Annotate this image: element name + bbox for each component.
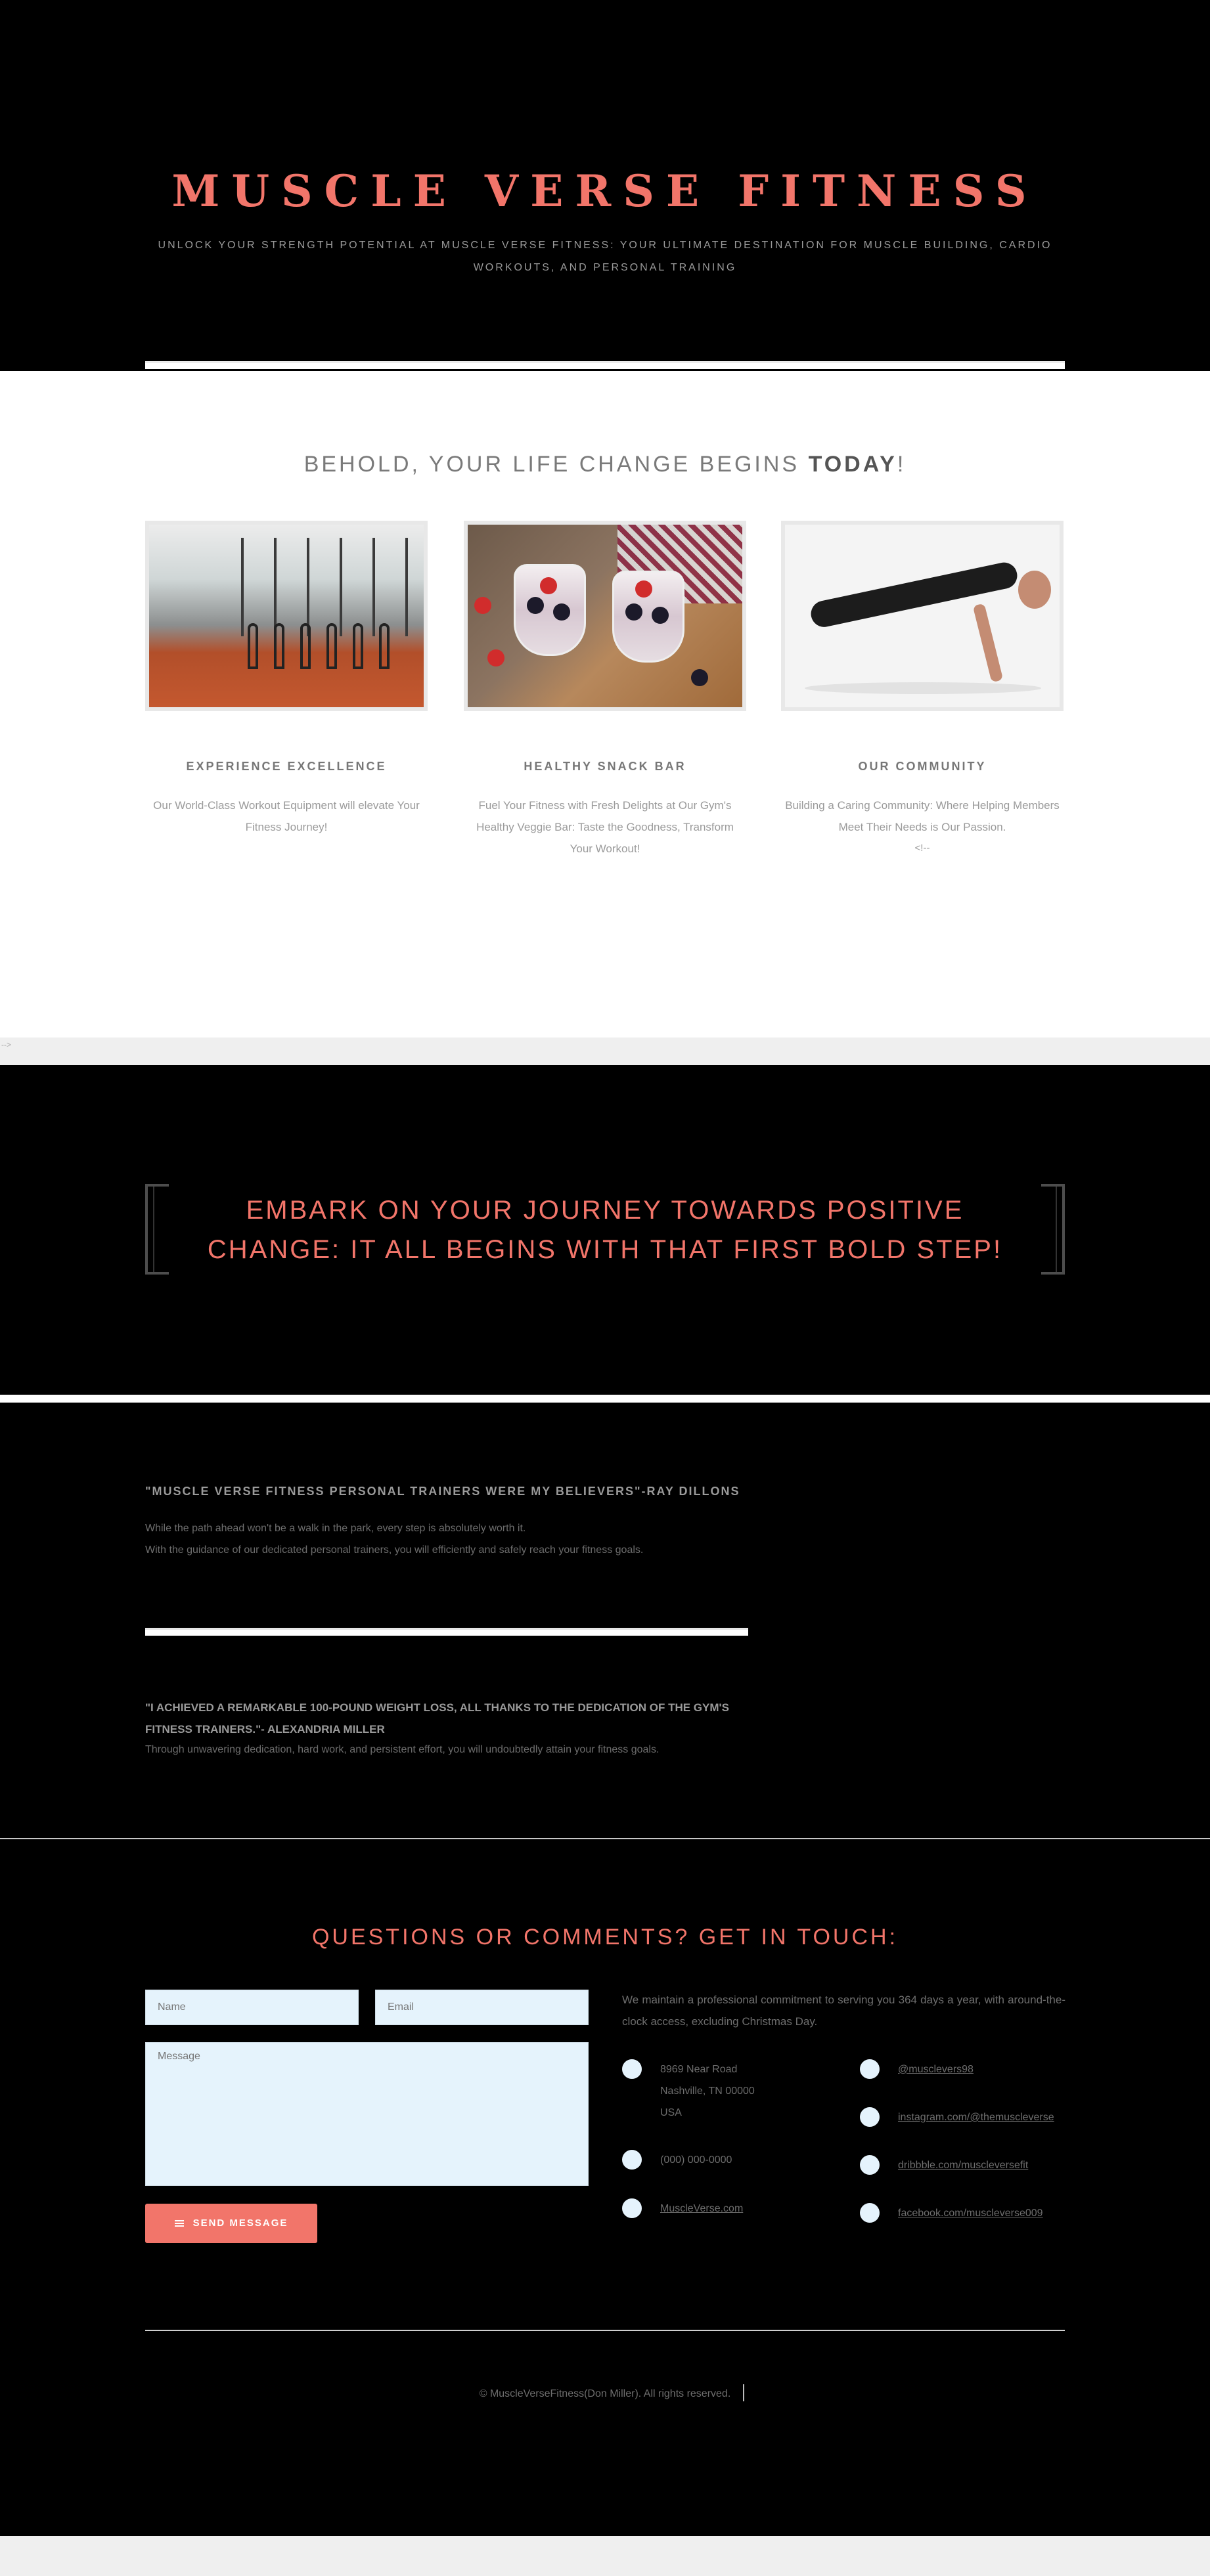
phone-icon bbox=[622, 2150, 642, 2170]
tagline: UNLOCK YOUR STRENGTH POTENTIAL AT MUSCLE… bbox=[158, 240, 1052, 273]
testimonial-title-2: "I ACHIEVED A REMARKABLE 100-POUND WEIGH… bbox=[145, 1701, 729, 1736]
name-input[interactable] bbox=[145, 1990, 359, 2025]
left-bracket bbox=[145, 1184, 169, 1275]
comment-strip bbox=[0, 1037, 1210, 1065]
instagram-link[interactable]: instagram.com/@themuscleverse bbox=[898, 2107, 1054, 2128]
card-title-snack-bar: HEALTHY SNACK BAR bbox=[524, 760, 686, 773]
right-bracket bbox=[1041, 1184, 1065, 1275]
features-heading-bold: TODAY bbox=[808, 452, 897, 477]
copyright: © MuscleVerseFitness(Don Miller). All ri… bbox=[479, 2388, 731, 2399]
snack-bar-image bbox=[464, 521, 746, 711]
footer-divider bbox=[145, 2330, 1065, 2331]
send-message-label: SEND MESSAGE bbox=[192, 2217, 288, 2229]
stray-comment: --> bbox=[1, 1040, 11, 1049]
community-image bbox=[781, 521, 1064, 711]
send-message-button[interactable]: SEND MESSAGE bbox=[145, 2204, 317, 2243]
facebook-link[interactable]: facebook.com/muscleverse009 bbox=[898, 2202, 1043, 2224]
address-line-2: Nashville, TN 00000 bbox=[660, 2085, 755, 2097]
card-title-community: OUR COMMUNITY bbox=[858, 760, 987, 773]
testimonial-1-line-2: With the guidance of our dedicated perso… bbox=[145, 1544, 644, 1556]
section-separator bbox=[0, 1395, 1210, 1403]
facebook-icon bbox=[860, 2203, 880, 2223]
testimonials-section: "MUSCLE VERSE FITNESS PERSONAL TRAINERS … bbox=[0, 1403, 1210, 1839]
twitter-link[interactable]: @musclevers98 bbox=[898, 2059, 974, 2080]
testimonial-divider bbox=[145, 1628, 748, 1636]
quote-banner: EMBARK ON YOUR JOURNEY TOWARDS POSITIVE … bbox=[0, 1065, 1210, 1395]
contact-heading: QUESTIONS OR COMMENTS? GET IN TOUCH: bbox=[311, 1925, 899, 1950]
features-heading-text: BEHOLD, YOUR LIFE CHANGE BEGINS bbox=[303, 452, 809, 477]
banner-frame: EMBARK ON YOUR JOURNEY TOWARDS POSITIVE … bbox=[145, 1184, 1065, 1275]
card-extra-community: <!-- bbox=[914, 842, 930, 854]
testimonial-2-line-1: Through unwavering dedication, hard work… bbox=[145, 1744, 660, 1755]
address-line-1: 8969 Near Road bbox=[660, 2064, 738, 2075]
home-icon bbox=[622, 2198, 642, 2218]
card-title-excellence: EXPERIENCE EXCELLENCE bbox=[186, 760, 387, 773]
address-line-3: USA bbox=[660, 2107, 682, 2118]
twitter-icon bbox=[860, 2059, 880, 2079]
card-text-community: Building a Caring Community: Where Helpi… bbox=[785, 799, 1060, 833]
email-input[interactable] bbox=[375, 1990, 589, 2025]
header-divider bbox=[145, 361, 1065, 369]
message-textarea[interactable] bbox=[145, 2042, 589, 2186]
site-title: MUSCLE VERSE FITNESS bbox=[171, 165, 1039, 217]
dribbble-icon bbox=[860, 2155, 880, 2175]
contact-intro: We maintain a professional commitment to… bbox=[622, 1994, 1065, 2028]
card-text-excellence: Our World-Class Workout Equipment will e… bbox=[153, 799, 420, 833]
location-icon bbox=[622, 2059, 642, 2079]
banner-text: EMBARK ON YOUR JOURNEY TOWARDS POSITIVE … bbox=[207, 1196, 1003, 1264]
features-section: BEHOLD, YOUR LIFE CHANGE BEGINS TODAY! E… bbox=[0, 371, 1210, 1037]
contact-section: QUESTIONS OR COMMENTS? GET IN TOUCH: SEN… bbox=[0, 1839, 1210, 2536]
instagram-icon bbox=[860, 2107, 880, 2127]
bottom-strip bbox=[0, 2536, 1210, 2576]
gym-equipment-image bbox=[145, 521, 428, 711]
menu-icon bbox=[174, 2220, 184, 2227]
features-heading-suffix: ! bbox=[897, 452, 907, 477]
phone-number: (000) 000-0000 bbox=[660, 2154, 732, 2166]
features-heading: BEHOLD, YOUR LIFE CHANGE BEGINS TODAY! bbox=[0, 452, 1210, 477]
website-link[interactable]: MuscleVerse.com bbox=[660, 2198, 743, 2219]
text-cursor bbox=[743, 2384, 744, 2401]
header: MUSCLE VERSE FITNESS UNLOCK YOUR STRENGT… bbox=[0, 0, 1210, 371]
testimonial-title-1: "MUSCLE VERSE FITNESS PERSONAL TRAINERS … bbox=[145, 1485, 740, 1498]
card-text-snack-bar: Fuel Your Fitness with Fresh Delights at… bbox=[476, 799, 734, 855]
dribbble-link[interactable]: dribbble.com/muscleversefit bbox=[898, 2154, 1028, 2176]
testimonial-1-line-1: While the path ahead won't be a walk in … bbox=[145, 1523, 526, 1534]
